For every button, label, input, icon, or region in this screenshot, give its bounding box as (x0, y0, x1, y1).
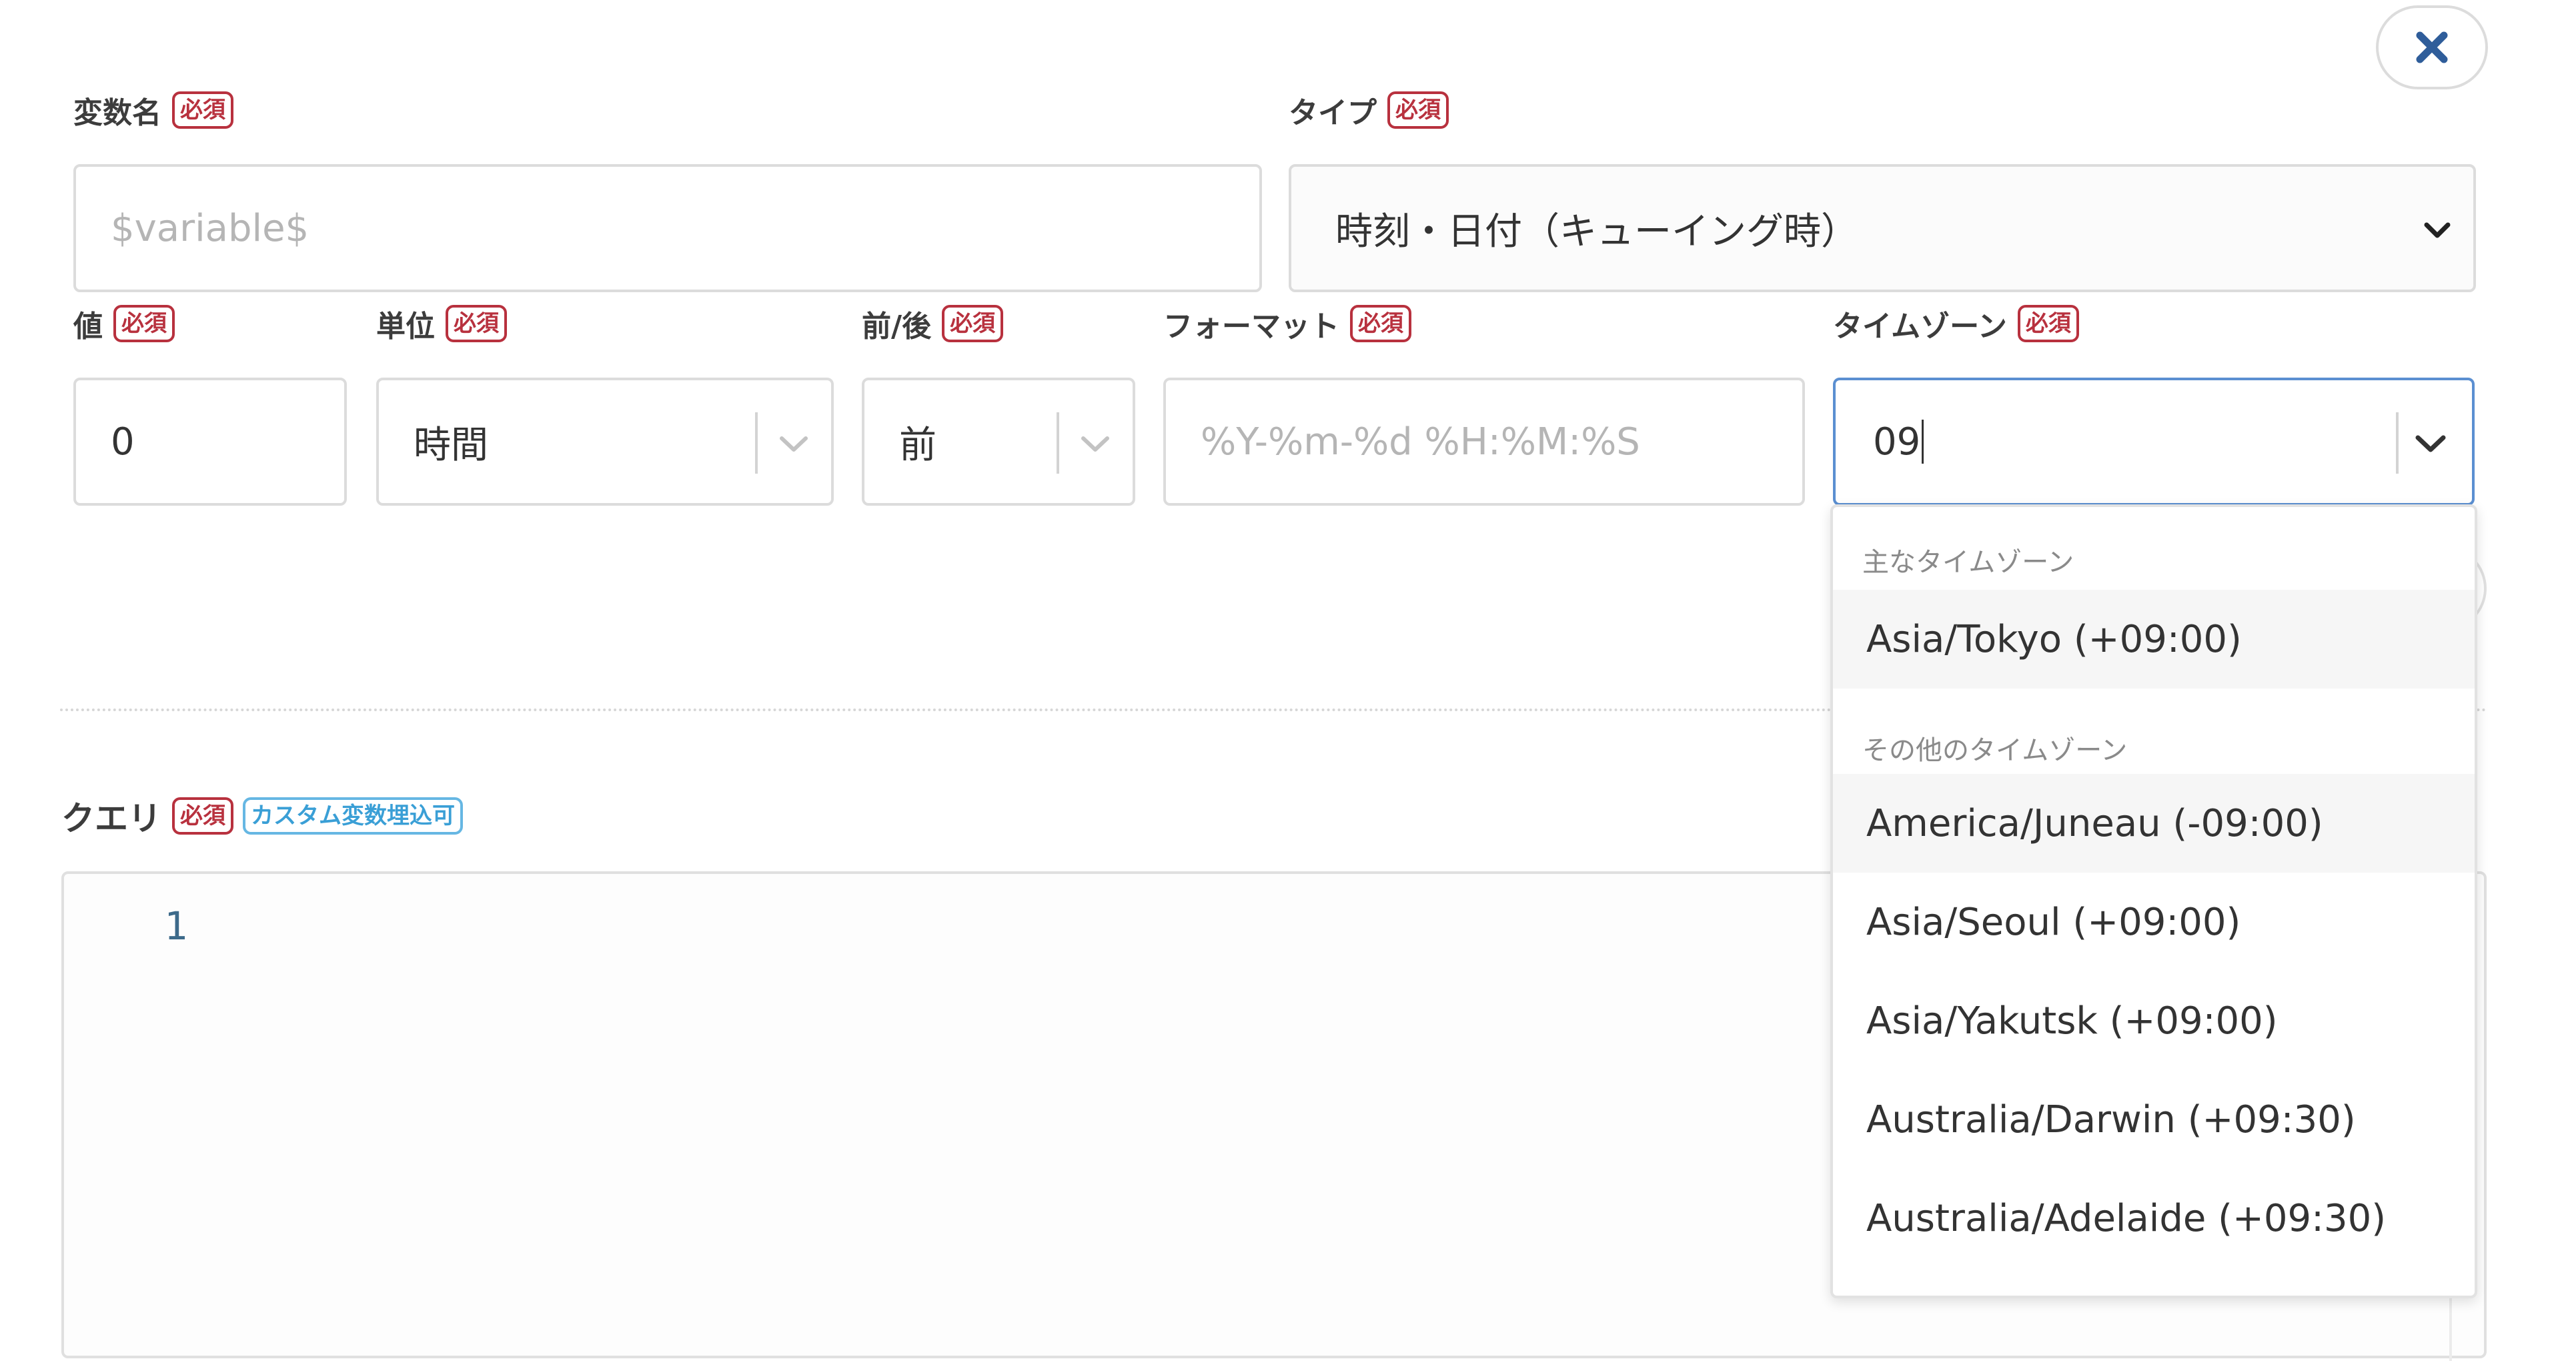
format-label: フォーマット 必須 (1163, 300, 1411, 347)
chevron-down-icon (2424, 222, 2451, 238)
select-separator (1057, 412, 1059, 474)
required-badge: 必須 (2017, 305, 2079, 342)
unit-label-text: 単位 (376, 310, 435, 344)
format-input[interactable]: %Y-%m-%d %H:%M:%S (1163, 378, 1805, 506)
timezone-label-text: タイムゾーン (1833, 310, 2007, 344)
variable-name-placeholder: $variable$ (111, 206, 309, 250)
type-select-value: 時刻・日付（キューイング時） (1335, 209, 1858, 254)
timezone-label: タイムゾーン 必須 (1833, 300, 2079, 347)
format-label-text: フォーマット (1163, 310, 1339, 344)
type-select[interactable]: 時刻・日付（キューイング時） (1289, 164, 2476, 292)
select-separator (755, 412, 758, 474)
option-australia-darwin[interactable]: Australia/Darwin (+09:30) (1833, 1070, 2475, 1169)
required-badge: 必須 (172, 797, 233, 835)
chevron-down-icon[interactable] (2415, 434, 2447, 454)
close-icon (2416, 31, 2448, 63)
option-asia-seoul[interactable]: Asia/Seoul (+09:00) (1833, 873, 2475, 971)
variable-name-input[interactable]: $variable$ (73, 164, 1262, 292)
chevron-down-icon[interactable] (1081, 435, 1110, 454)
before-after-select-value: 前 (899, 423, 936, 467)
custom-variable-badge: カスタム変数埋込可 (243, 797, 463, 835)
timezone-dropdown-menu: 主なタイムゾーン Asia/Tokyo (+09:00) その他のタイムゾーン … (1830, 504, 2477, 1298)
before-after-label: 前/後 必須 (862, 300, 1004, 347)
format-placeholder: %Y-%m-%d %H:%M:%S (1201, 420, 1640, 464)
value-label-text: 値 (73, 310, 103, 344)
group-heading-major: 主なタイムゾーン (1862, 547, 2074, 578)
unit-label: 単位 必須 (376, 300, 507, 347)
option-asia-tokyo[interactable]: Asia/Tokyo (+09:00) (1833, 590, 2475, 689)
query-label: クエリ 必須 カスタム変数埋込可 (61, 793, 463, 839)
option-australia-adelaide[interactable]: Australia/Adelaide (+09:30) (1833, 1169, 2475, 1268)
close-button[interactable] (2376, 5, 2488, 89)
required-badge: 必須 (1387, 91, 1449, 129)
chevron-down-icon[interactable] (779, 435, 808, 454)
group-heading-other: その他のタイムゾーン (1862, 735, 2128, 766)
select-separator (2396, 412, 2399, 474)
option-asia-yakutsk[interactable]: Asia/Yakutsk (+09:00) (1833, 971, 2475, 1070)
required-badge: 必須 (1350, 305, 1411, 342)
required-badge: 必須 (172, 91, 233, 129)
type-label: タイプ 必須 (1289, 87, 1449, 133)
value-input-text: 0 (111, 420, 135, 464)
timezone-select[interactable]: 09 (1833, 378, 2475, 506)
before-after-select[interactable]: 前 (862, 378, 1135, 506)
text-cursor (1922, 420, 1924, 464)
required-badge: 必須 (113, 305, 175, 342)
option-america-juneau[interactable]: America/Juneau (-09:00) (1833, 774, 2475, 873)
required-badge: 必須 (942, 305, 1004, 342)
unit-select[interactable]: 時間 (376, 378, 834, 506)
unit-select-value: 時間 (414, 423, 488, 467)
before-after-label-text: 前/後 (862, 310, 932, 344)
required-badge: 必須 (446, 305, 507, 342)
line-number: 1 (164, 903, 187, 949)
query-label-text: クエリ (61, 799, 161, 838)
value-input[interactable]: 0 (73, 378, 347, 506)
type-label-text: タイプ (1289, 96, 1377, 130)
variable-name-label: 変数名 必須 (73, 87, 233, 133)
variable-name-label-text: 変数名 (73, 96, 161, 130)
timezone-search-text[interactable]: 09 (1873, 420, 1920, 464)
value-label: 値 必須 (73, 300, 175, 347)
